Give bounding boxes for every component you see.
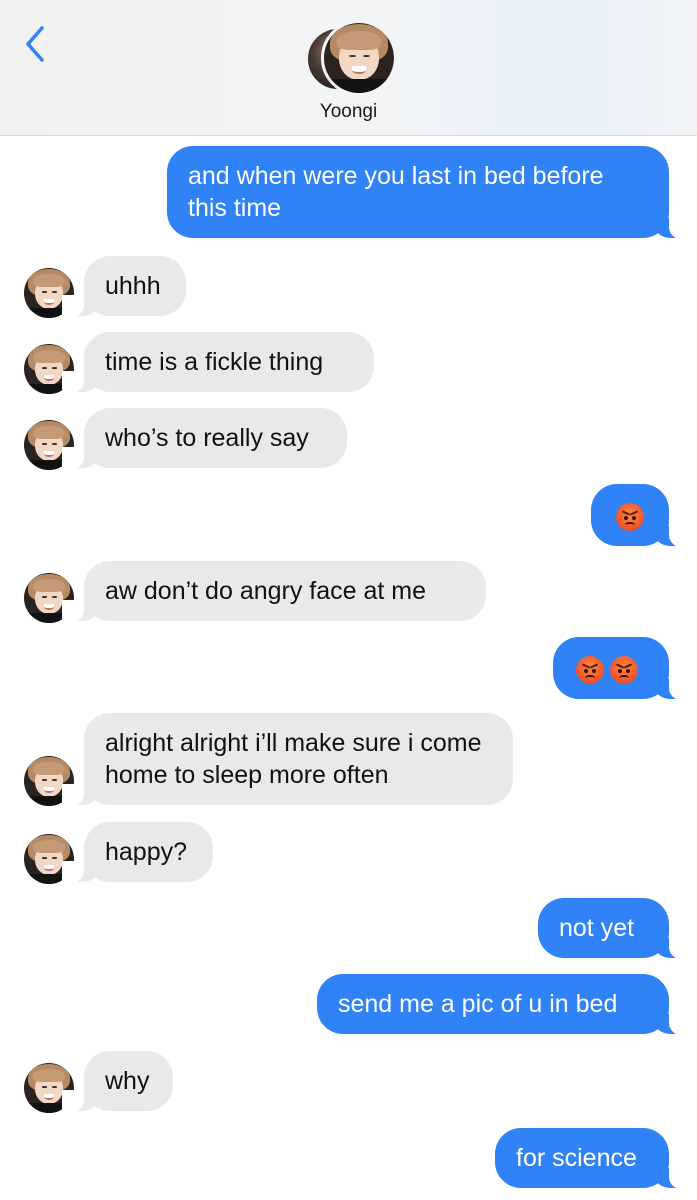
contact-avatar[interactable]: [305, 20, 397, 96]
message-text: why: [105, 1067, 150, 1095]
message-text: alright alright i’ll make sure i come ho…: [105, 729, 482, 789]
message-bubble-received[interactable]: aw don’t do angry face at me: [62, 561, 486, 622]
message-bubble-received[interactable]: why: [62, 1051, 173, 1112]
message-bubble-received[interactable]: time is a fickle thing: [62, 332, 374, 393]
contact-name[interactable]: Yoongi: [0, 101, 697, 123]
message-text: send me a pic of u in bed: [338, 990, 618, 1018]
message-bubble-sent[interactable]: send me a pic of u in bed: [317, 974, 691, 1035]
emoji-content: [613, 502, 647, 532]
message-bubble-received[interactable]: alright alright i’ll make sure i come ho…: [62, 713, 513, 806]
back-button[interactable]: [18, 22, 54, 66]
message-bubble-received[interactable]: who’s to really say: [62, 408, 347, 469]
message-bubble-sent[interactable]: for science: [495, 1128, 691, 1189]
chevron-left-icon[interactable]: [18, 22, 54, 66]
message-bubble-received[interactable]: uhhh: [62, 256, 186, 317]
message-text: uhhh: [105, 272, 161, 300]
message-text: not yet: [559, 914, 635, 942]
message-text: and when were you last in bed before thi…: [188, 162, 604, 222]
angry-face-icon: [616, 503, 644, 532]
message-bubble-sent[interactable]: not yet: [538, 898, 691, 959]
conversation-header: Yoongi: [0, 0, 697, 136]
message-text: happy?: [105, 838, 188, 866]
angry-face-icon: [576, 656, 604, 685]
avatar-front-photo: [321, 20, 397, 96]
message-bubble-received[interactable]: happy?: [62, 822, 213, 883]
message-text: for science: [516, 1144, 637, 1172]
message-text: who’s to really say: [105, 424, 309, 452]
message-text: aw don’t do angry face at me: [105, 577, 427, 605]
message-bubble-sent[interactable]: [553, 637, 691, 700]
angry-face-icon: [610, 656, 638, 685]
message-bubble-sent[interactable]: [591, 484, 691, 547]
message-bubble-sent[interactable]: and when were you last in bed before thi…: [167, 146, 691, 239]
message-text: time is a fickle thing: [105, 348, 324, 376]
emoji-content: [573, 655, 641, 685]
